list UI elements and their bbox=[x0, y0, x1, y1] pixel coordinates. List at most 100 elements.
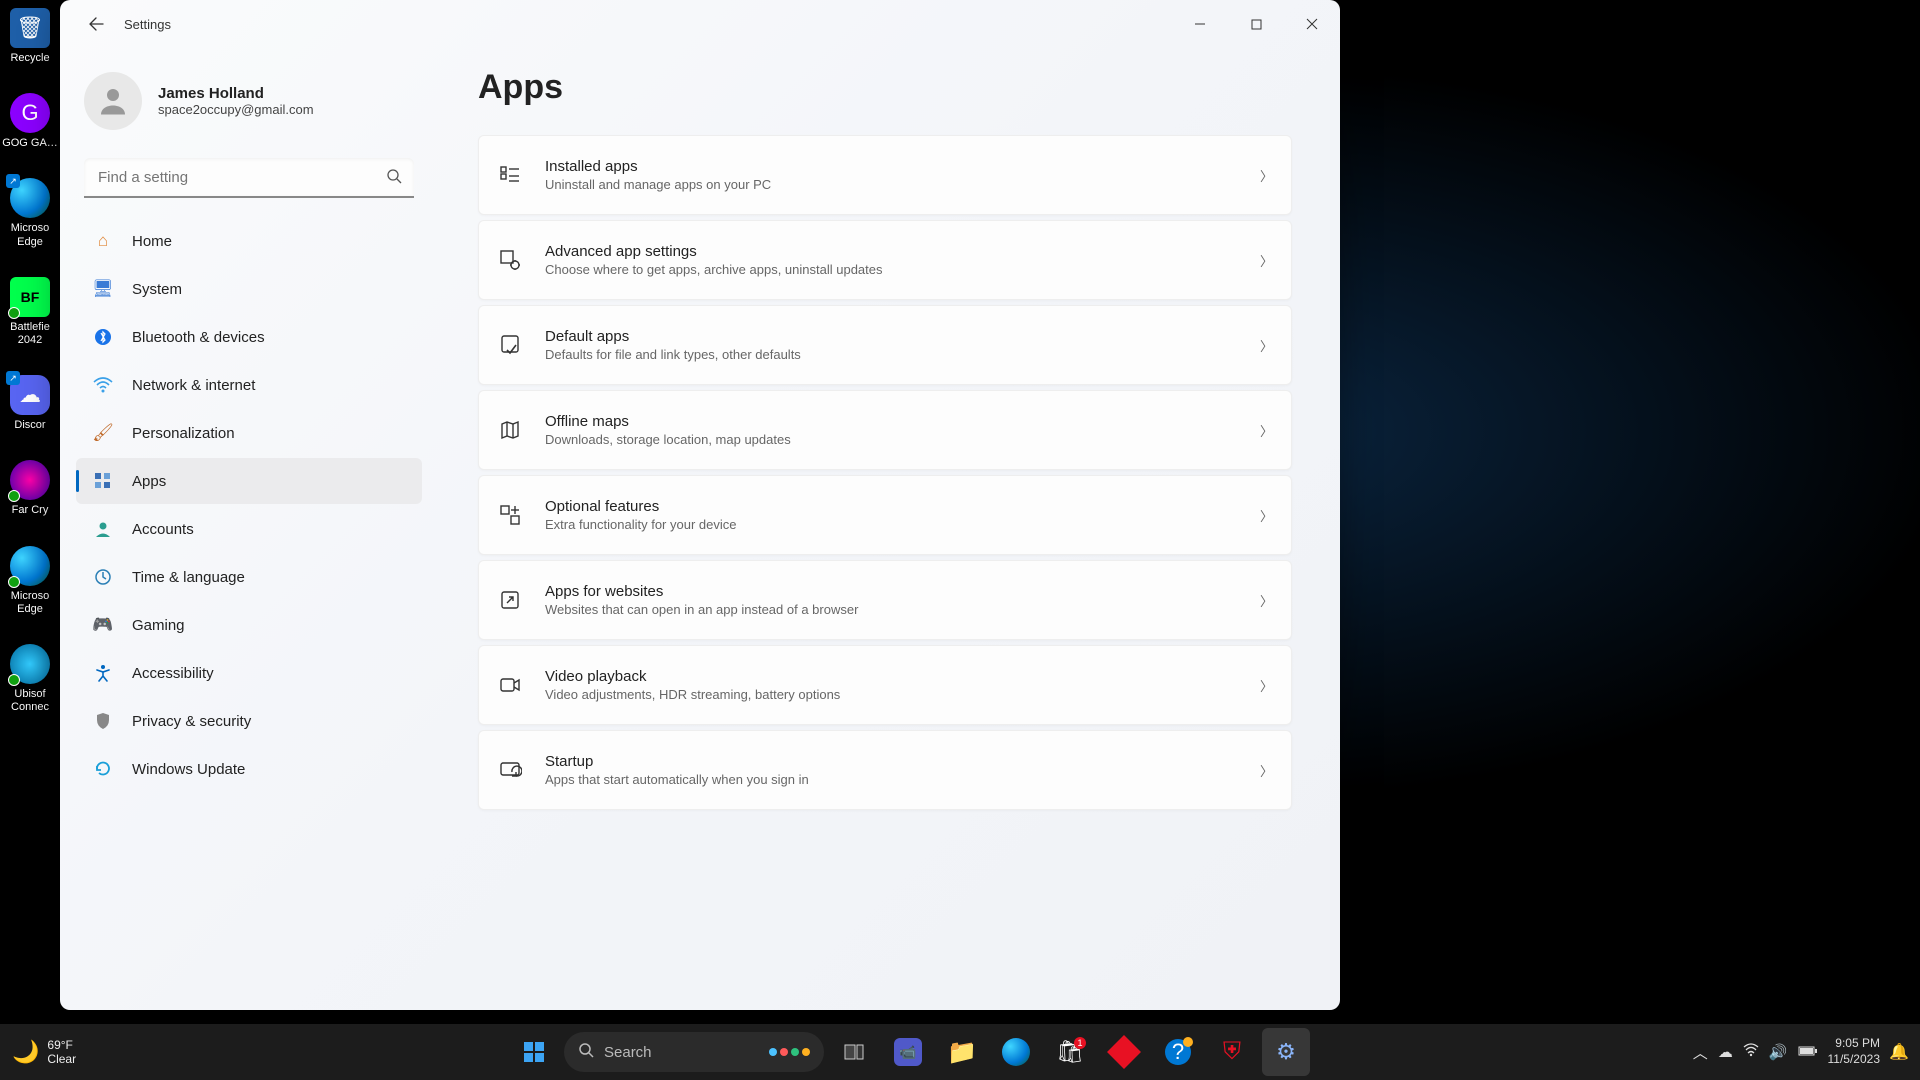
farcry-icon bbox=[10, 460, 50, 500]
window-controls bbox=[1172, 4, 1340, 44]
update-icon bbox=[92, 758, 114, 780]
sidebar-item-accounts[interactable]: Accounts bbox=[76, 506, 422, 552]
system-icon: 🖥 bbox=[92, 278, 114, 300]
taskbar-app-tips[interactable]: ? bbox=[1154, 1028, 1202, 1076]
sidebar-item-privacy[interactable]: Privacy & security bbox=[76, 698, 422, 744]
open-external-icon bbox=[497, 587, 523, 613]
page-title: Apps bbox=[478, 68, 1292, 107]
desktop-icon-battlefield[interactable]: BF Battlefie 2042 bbox=[0, 277, 60, 347]
card-title: Video playback bbox=[545, 668, 1260, 685]
task-view-button[interactable] bbox=[830, 1028, 878, 1076]
close-button[interactable] bbox=[1284, 4, 1340, 44]
titlebar: Settings bbox=[60, 0, 1340, 48]
card-offline-maps[interactable]: Offline mapsDownloads, storage location,… bbox=[478, 390, 1292, 470]
taskbar-app-todo[interactable] bbox=[1100, 1028, 1148, 1076]
desktop-icon-gog[interactable]: G GOG GA… bbox=[0, 93, 60, 150]
card-desc: Defaults for file and link types, other … bbox=[545, 347, 1260, 362]
taskbar-app-settings[interactable]: ⚙ bbox=[1262, 1028, 1310, 1076]
onedrive-icon[interactable]: ☁ bbox=[1718, 1043, 1733, 1061]
desktop-icon-ubisoft[interactable]: Ubisof Connec bbox=[0, 644, 60, 714]
settings-cards: Installed apps Uninstall and manage apps … bbox=[478, 135, 1292, 810]
desktop-icon-recycle-bin[interactable]: 🗑 Recycle bbox=[0, 8, 60, 65]
desktop-icon-farcry[interactable]: Far Cry bbox=[0, 460, 60, 517]
wifi-icon bbox=[92, 374, 114, 396]
startup-icon bbox=[497, 757, 523, 783]
search-icon bbox=[578, 1042, 594, 1062]
desktop-icon-discord[interactable]: ☁↗ Discor bbox=[0, 375, 60, 432]
card-desc: Downloads, storage location, map updates bbox=[545, 432, 1260, 447]
gamepad-icon: 🎮 bbox=[92, 614, 114, 636]
card-optional-features[interactable]: Optional featuresExtra functionality for… bbox=[478, 475, 1292, 555]
desktop-icon-label: Recycle bbox=[10, 52, 49, 65]
taskbar-center: Search 📹 📁 🛍1 ? ⛨ ⚙ bbox=[200, 1028, 1620, 1076]
tray-overflow-button[interactable]: ︿ bbox=[1693, 1042, 1708, 1063]
sidebar-item-personalization[interactable]: 🖌 Personalization bbox=[76, 410, 422, 456]
sidebar-item-label: Personalization bbox=[132, 425, 235, 442]
search-label: Search bbox=[604, 1044, 652, 1061]
chevron-right-icon: 〉 bbox=[1260, 761, 1273, 780]
profile-email: space2occupy@gmail.com bbox=[158, 102, 314, 117]
card-installed-apps[interactable]: Installed apps Uninstall and manage apps … bbox=[478, 135, 1292, 215]
sidebar-item-update[interactable]: Windows Update bbox=[76, 746, 422, 792]
sidebar-item-label: Windows Update bbox=[132, 761, 245, 778]
profile-block[interactable]: James Holland space2occupy@gmail.com bbox=[76, 64, 422, 150]
sidebar-item-apps[interactable]: Apps bbox=[76, 458, 422, 504]
taskbar-search[interactable]: Search bbox=[564, 1032, 824, 1072]
diamond-icon bbox=[1107, 1035, 1141, 1069]
sidebar-item-accessibility[interactable]: Accessibility bbox=[76, 650, 422, 696]
maximize-button[interactable] bbox=[1228, 4, 1284, 44]
chat-icon: 📹 bbox=[894, 1038, 922, 1066]
notifications-button[interactable]: 🔔 bbox=[1890, 1041, 1908, 1063]
minimize-button[interactable] bbox=[1172, 4, 1228, 44]
wifi-icon[interactable] bbox=[1743, 1043, 1759, 1061]
sidebar-item-bluetooth[interactable]: Bluetooth & devices bbox=[76, 314, 422, 360]
desktop-icon-edge[interactable]: ↗ Microso Edge bbox=[0, 178, 60, 248]
start-button[interactable] bbox=[510, 1028, 558, 1076]
sidebar-item-home[interactable]: ⌂ Home bbox=[76, 218, 422, 264]
taskbar-app-chat[interactable]: 📹 bbox=[884, 1028, 932, 1076]
card-desc: Extra functionality for your device bbox=[545, 517, 1260, 532]
taskbar-time: 9:05 PM bbox=[1835, 1036, 1880, 1052]
taskbar-weather[interactable]: 🌙 69°F Clear bbox=[0, 1038, 200, 1067]
search-input[interactable] bbox=[84, 158, 414, 198]
shield-icon bbox=[92, 710, 114, 732]
task-view-icon bbox=[843, 1041, 865, 1063]
sidebar-item-label: System bbox=[132, 281, 182, 298]
card-default-apps[interactable]: Default appsDefaults for file and link t… bbox=[478, 305, 1292, 385]
advanced-settings-icon bbox=[497, 247, 523, 273]
sidebar-item-system[interactable]: 🖥 System bbox=[76, 266, 422, 312]
taskbar-app-explorer[interactable]: 📁 bbox=[938, 1028, 986, 1076]
profile-name: James Holland bbox=[158, 85, 314, 102]
back-button[interactable] bbox=[76, 4, 116, 44]
sidebar-item-label: Home bbox=[132, 233, 172, 250]
recycle-bin-icon: 🗑 bbox=[10, 8, 50, 48]
battery-icon[interactable] bbox=[1798, 1044, 1818, 1061]
desktop-icon-edge2[interactable]: Microso Edge bbox=[0, 546, 60, 616]
volume-icon[interactable]: 🔊 bbox=[1769, 1043, 1788, 1061]
card-advanced-app-settings[interactable]: Advanced app settingsChoose where to get… bbox=[478, 220, 1292, 300]
taskbar-clock[interactable]: 9:05 PM 11/5/2023 bbox=[1828, 1036, 1881, 1067]
tips-icon: ? bbox=[1165, 1039, 1191, 1065]
edge-icon: ↗ bbox=[10, 178, 50, 218]
desktop: 🗑 Recycle G GOG GA… ↗ Microso Edge BF Ba… bbox=[0, 0, 1920, 1080]
card-desc: Uninstall and manage apps on your PC bbox=[545, 177, 1260, 192]
battlefield-icon: BF bbox=[10, 277, 50, 317]
sidebar-item-gaming[interactable]: 🎮 Gaming bbox=[76, 602, 422, 648]
card-startup[interactable]: StartupApps that start automatically whe… bbox=[478, 730, 1292, 810]
sidebar-item-network[interactable]: Network & internet bbox=[76, 362, 422, 408]
chevron-right-icon: 〉 bbox=[1260, 591, 1273, 610]
taskbar-app-mcafee[interactable]: ⛨ bbox=[1208, 1028, 1256, 1076]
taskbar-app-store[interactable]: 🛍1 bbox=[1046, 1028, 1094, 1076]
paintbrush-icon: 🖌 bbox=[92, 422, 114, 444]
card-video-playback[interactable]: Video playbackVideo adjustments, HDR str… bbox=[478, 645, 1292, 725]
card-apps-for-websites[interactable]: Apps for websitesWebsites that can open … bbox=[478, 560, 1292, 640]
sidebar-item-time[interactable]: Time & language bbox=[76, 554, 422, 600]
card-title: Installed apps bbox=[545, 158, 1260, 175]
card-title: Apps for websites bbox=[545, 583, 1260, 600]
taskbar-app-edge[interactable] bbox=[992, 1028, 1040, 1076]
discord-icon: ☁↗ bbox=[10, 375, 50, 415]
sidebar-item-label: Accounts bbox=[132, 521, 194, 538]
mcafee-icon: ⛨ bbox=[1223, 1038, 1241, 1066]
desktop-icon-label: Ubisof Connec bbox=[11, 688, 49, 714]
home-icon: ⌂ bbox=[92, 230, 114, 252]
